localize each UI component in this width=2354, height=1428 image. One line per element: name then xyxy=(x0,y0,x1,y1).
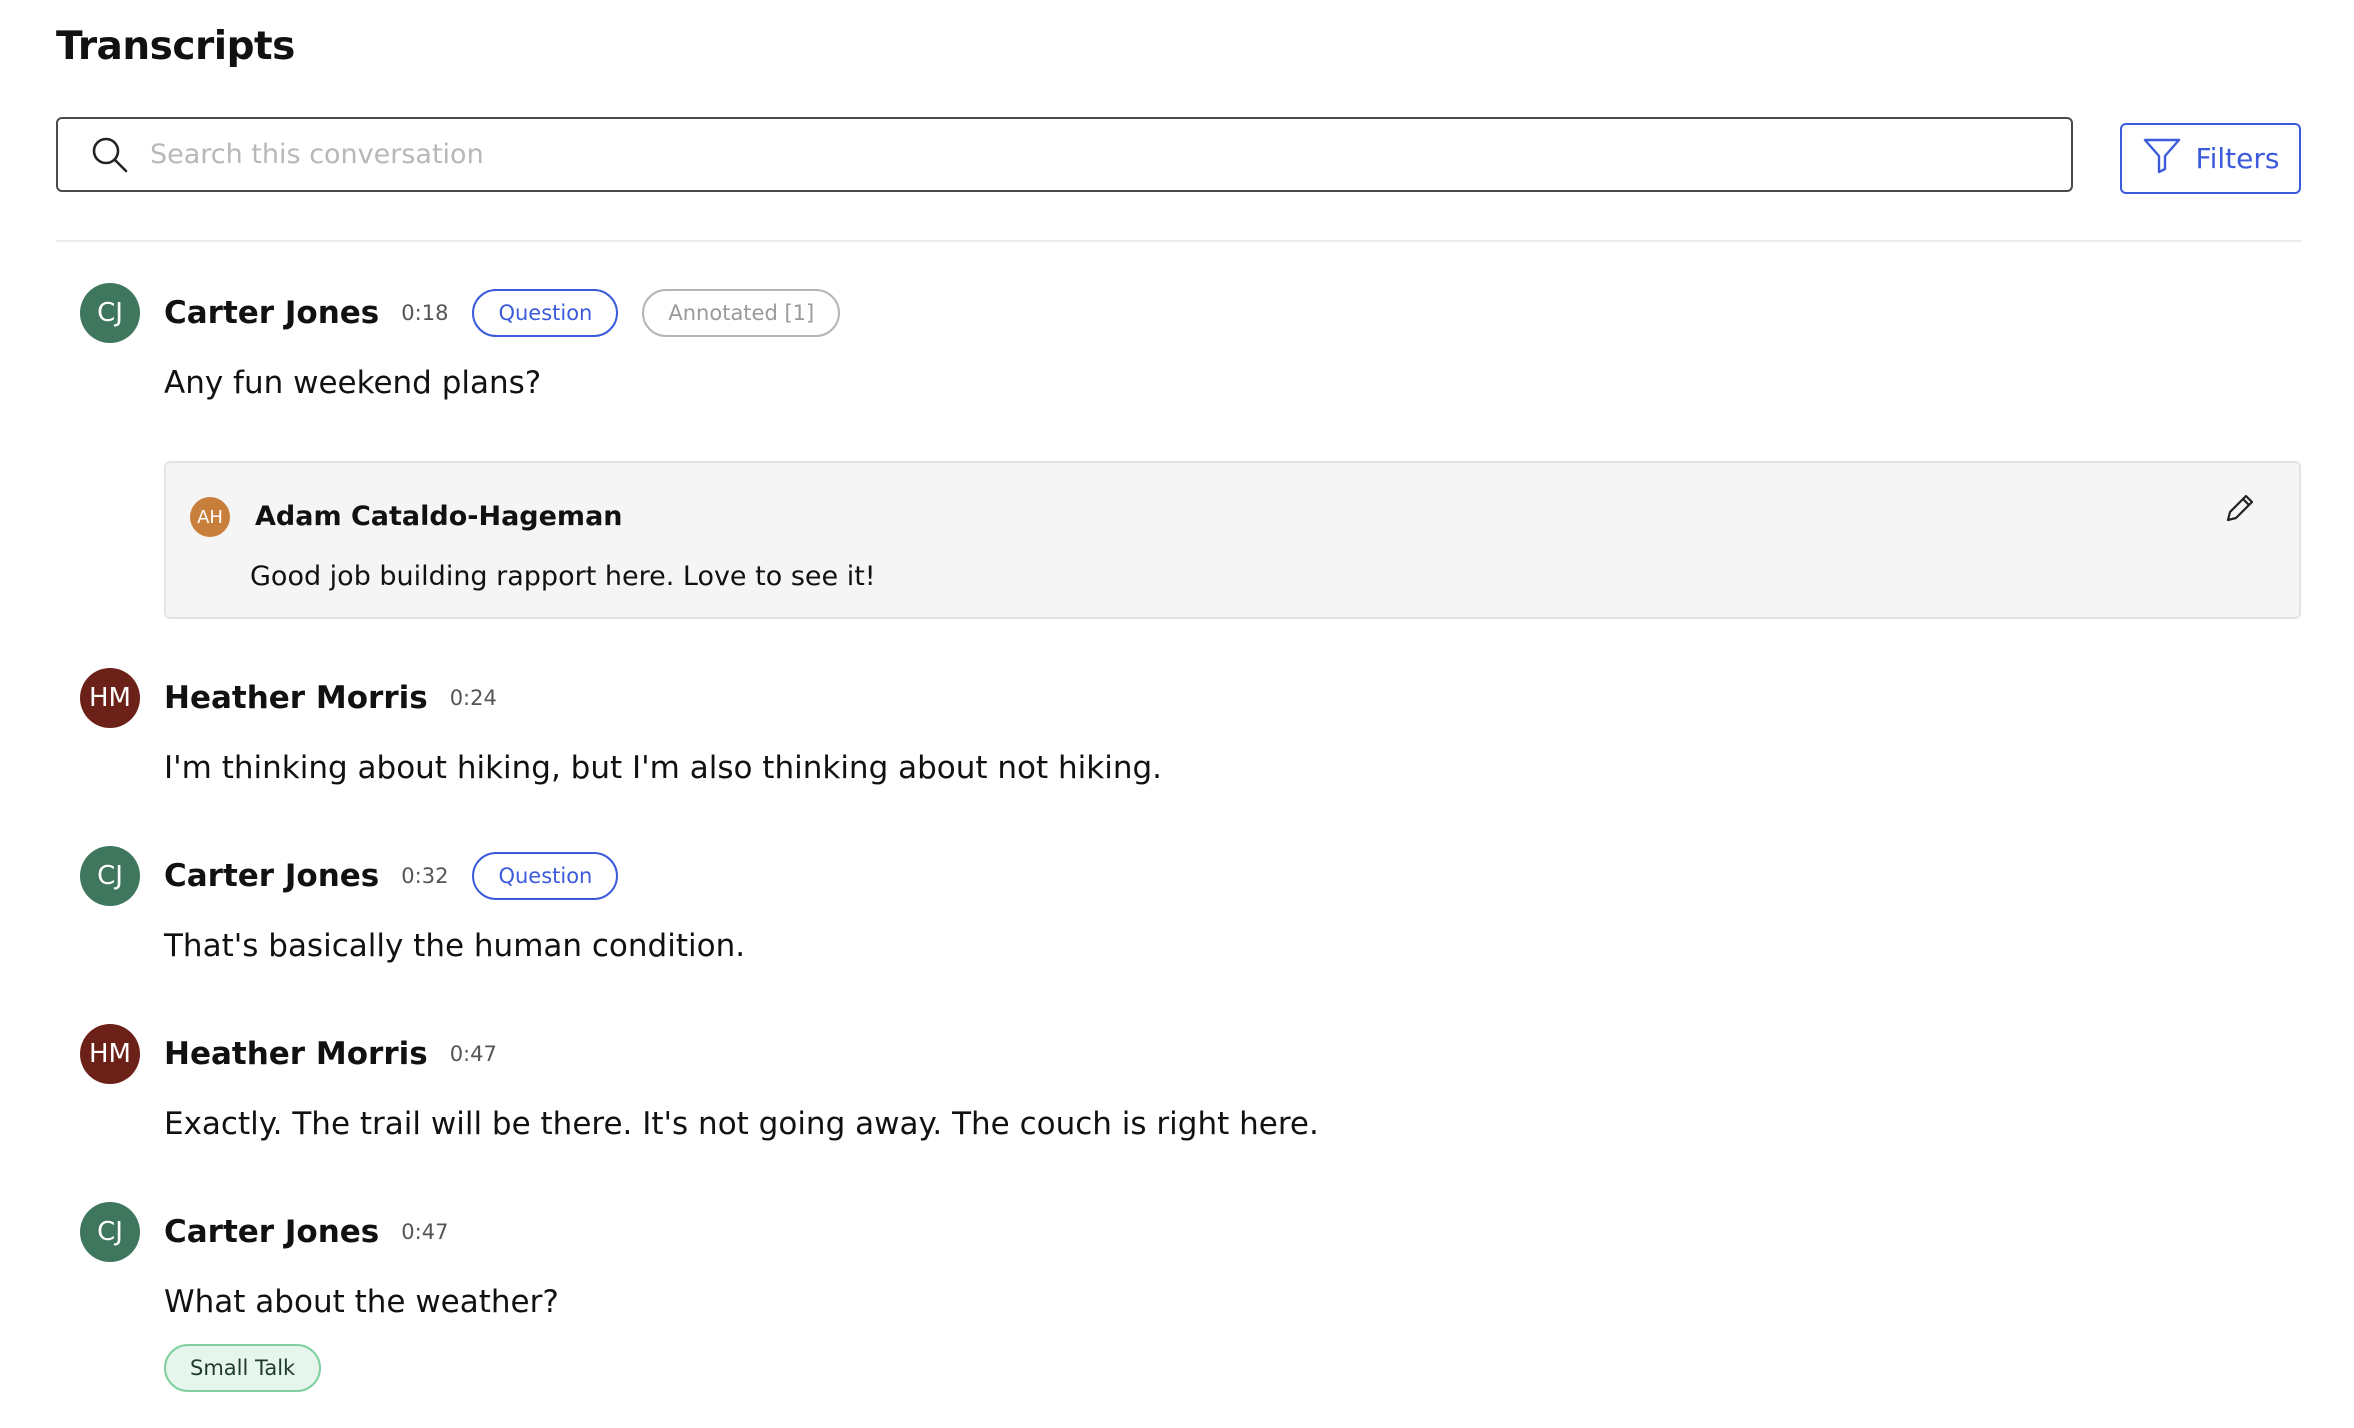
message-text: Any fun weekend plans? xyxy=(164,365,542,401)
edit-annotation-button[interactable] xyxy=(2219,491,2259,531)
funnel-icon xyxy=(2142,135,2182,182)
page-title: Transcripts xyxy=(56,24,295,69)
message-text: I'm thinking about hiking, but I'm also … xyxy=(164,750,1163,786)
transcripts-page: Transcripts Filters CJ Carter Jones 0:18… xyxy=(0,0,2354,1428)
transcript-message: CJ Carter Jones 0:47 What about the weat… xyxy=(80,1202,2301,1322)
avatar: CJ xyxy=(80,846,140,906)
filters-label: Filters xyxy=(2195,142,2280,175)
search-icon xyxy=(88,133,132,177)
annotated-tag[interactable]: Annotated [1] xyxy=(642,289,841,337)
speaker-name[interactable]: Heather Morris xyxy=(164,680,428,716)
speaker-name[interactable]: Carter Jones xyxy=(164,1214,379,1250)
timestamp[interactable]: 0:47 xyxy=(401,1220,448,1244)
transcript-message: CJ Carter Jones 0:32 Question That's bas… xyxy=(80,846,2301,966)
annotator-avatar: AH xyxy=(190,497,230,537)
question-tag[interactable]: Question xyxy=(472,289,619,337)
message-text: Exactly. The trail will be there. It's n… xyxy=(164,1106,1319,1142)
avatar: HM xyxy=(80,668,140,728)
speaker-name[interactable]: Carter Jones xyxy=(164,858,379,894)
avatar: CJ xyxy=(80,1202,140,1262)
message-text: What about the weather? xyxy=(164,1284,559,1320)
pencil-icon xyxy=(2222,492,2256,530)
search-input[interactable] xyxy=(150,139,2071,170)
search-box[interactable] xyxy=(56,117,2073,192)
filters-button[interactable]: Filters xyxy=(2120,123,2301,194)
question-tag[interactable]: Question xyxy=(472,852,619,900)
timestamp[interactable]: 0:24 xyxy=(450,686,497,710)
annotation-card: AH Adam Cataldo-Hageman Good job buildin… xyxy=(164,461,2301,619)
annotator-name: Adam Cataldo-Hageman xyxy=(255,501,623,532)
message-header: CJ Carter Jones 0:18 Question Annotated … xyxy=(80,283,2301,343)
message-header: HM Heather Morris 0:47 xyxy=(80,1024,2301,1084)
speaker-name[interactable]: Heather Morris xyxy=(164,1036,428,1072)
message-text: That's basically the human condition. xyxy=(164,928,746,964)
transcript-message: HM Heather Morris 0:47 Exactly. The trai… xyxy=(80,1024,2301,1144)
message-header: CJ Carter Jones 0:32 Question xyxy=(80,846,2301,906)
transcript-message: CJ Carter Jones 0:18 Question Annotated … xyxy=(80,283,2301,403)
transcript-message: HM Heather Morris 0:24 I'm thinking abou… xyxy=(80,668,2301,788)
small-talk-tag[interactable]: Small Talk xyxy=(164,1344,322,1392)
timestamp[interactable]: 0:18 xyxy=(401,301,448,325)
timestamp[interactable]: 0:47 xyxy=(450,1042,497,1066)
message-header: CJ Carter Jones 0:47 xyxy=(80,1202,2301,1262)
avatar: CJ xyxy=(80,283,140,343)
speaker-name[interactable]: Carter Jones xyxy=(164,295,379,331)
message-header: HM Heather Morris 0:24 xyxy=(80,668,2301,728)
avatar: HM xyxy=(80,1024,140,1084)
annotation-text: Good job building rapport here. Love to … xyxy=(250,561,876,592)
timestamp[interactable]: 0:32 xyxy=(401,864,448,888)
divider xyxy=(56,240,2301,242)
